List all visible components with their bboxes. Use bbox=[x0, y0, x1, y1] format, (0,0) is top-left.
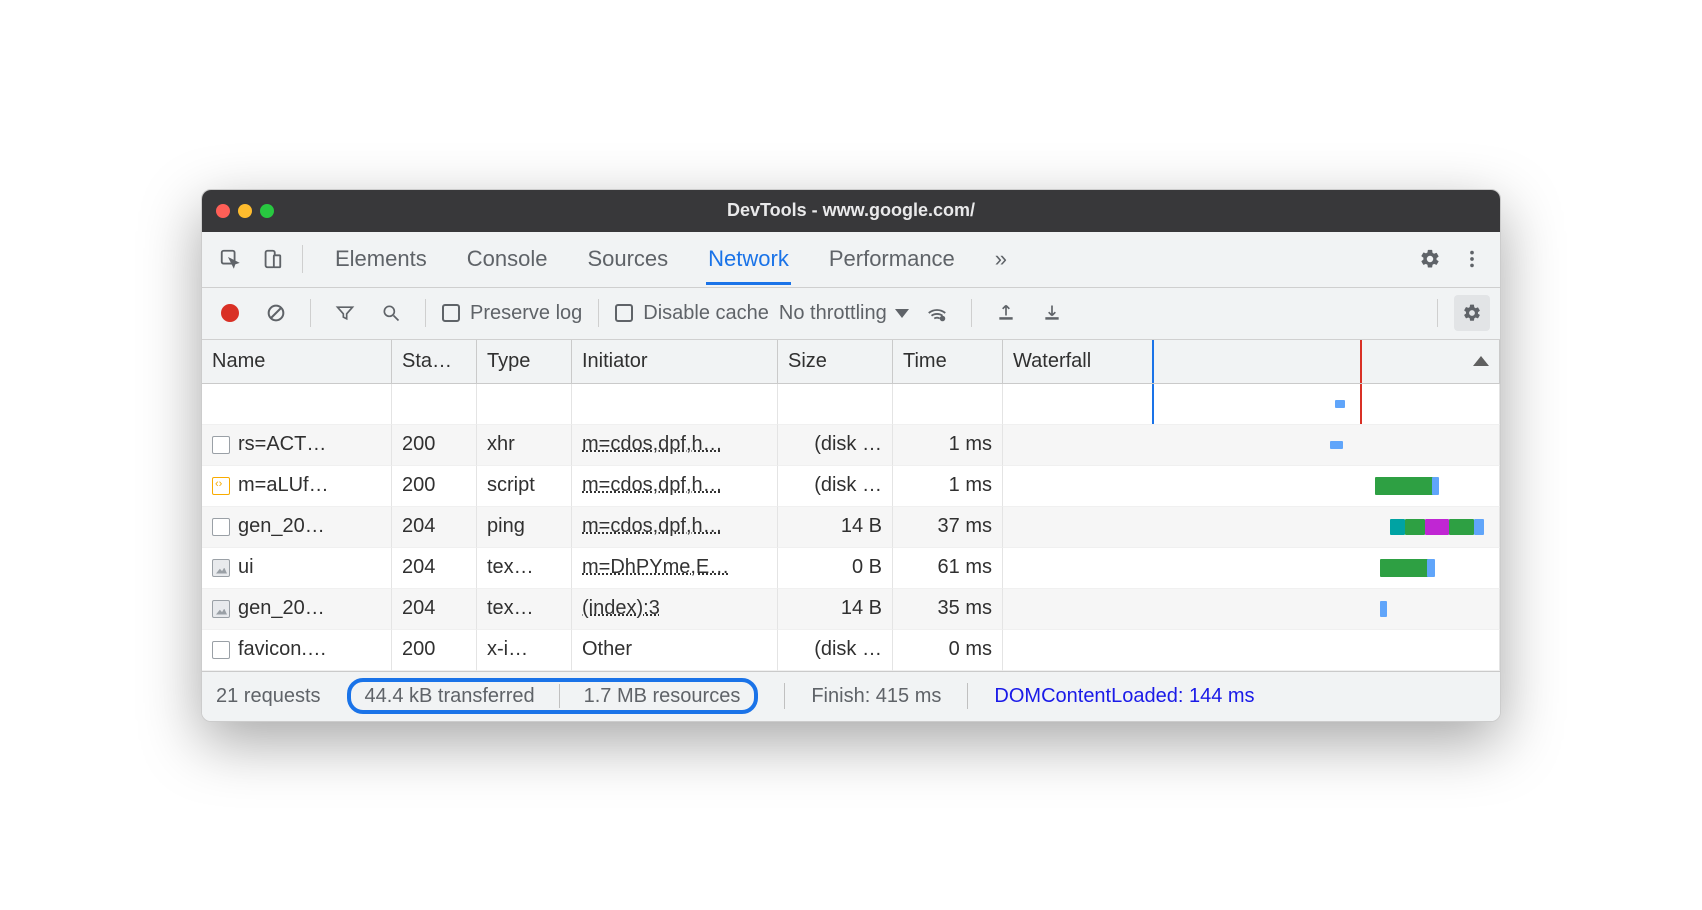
status-dcl: DOMContentLoaded: 144 ms bbox=[994, 685, 1254, 708]
maximize-icon[interactable] bbox=[260, 204, 274, 218]
status-requests: 21 requests bbox=[216, 685, 321, 708]
col-name[interactable]: Name bbox=[202, 340, 392, 384]
initiator-link[interactable]: m=cdos,dpf,h… bbox=[582, 433, 723, 455]
tab-console[interactable]: Console bbox=[465, 234, 550, 285]
status-bar: 21 requests 44.4 kB transferred 1.7 MB r… bbox=[202, 671, 1500, 721]
chevron-down-icon bbox=[895, 309, 909, 318]
initiator-link[interactable]: m=cdos,dpf,h… bbox=[582, 474, 723, 496]
initiator-link[interactable]: m=DhPYme,E… bbox=[582, 556, 729, 578]
disable-cache-checkbox[interactable]: Disable cache bbox=[615, 302, 769, 325]
col-size[interactable]: Size bbox=[778, 340, 893, 384]
divider bbox=[425, 299, 426, 327]
tab-elements[interactable]: Elements bbox=[333, 234, 429, 285]
tab-network[interactable]: Network bbox=[706, 234, 791, 285]
filter-icon[interactable] bbox=[327, 295, 363, 331]
throttling-select[interactable]: No throttling bbox=[779, 302, 909, 325]
settings-icon[interactable] bbox=[1412, 241, 1448, 277]
image-icon bbox=[212, 559, 230, 577]
throttling-label: No throttling bbox=[779, 302, 887, 325]
preserve-log-checkbox[interactable]: Preserve log bbox=[442, 302, 582, 325]
network-conditions-icon[interactable] bbox=[919, 295, 955, 331]
divider bbox=[598, 299, 599, 327]
script-icon bbox=[212, 477, 230, 495]
divider bbox=[971, 299, 972, 327]
divider bbox=[310, 299, 311, 327]
status-transferred: 44.4 kB transferred bbox=[365, 685, 535, 708]
import-har-icon[interactable] bbox=[988, 295, 1024, 331]
divider bbox=[302, 245, 303, 273]
tab-more[interactable]: » bbox=[993, 234, 1009, 285]
col-status[interactable]: Sta… bbox=[392, 340, 477, 384]
clear-icon[interactable] bbox=[258, 295, 294, 331]
inspect-element-icon[interactable] bbox=[212, 241, 248, 277]
col-initiator[interactable]: Initiator bbox=[572, 340, 778, 384]
col-type[interactable]: Type bbox=[477, 340, 572, 384]
search-icon[interactable] bbox=[373, 295, 409, 331]
preserve-log-label: Preserve log bbox=[470, 302, 582, 325]
export-har-icon[interactable] bbox=[1034, 295, 1070, 331]
minimize-icon[interactable] bbox=[238, 204, 252, 218]
document-icon bbox=[212, 436, 230, 454]
panel-tabbar: Elements Console Sources Network Perform… bbox=[202, 232, 1500, 288]
initiator-text: Other bbox=[582, 638, 632, 660]
close-icon[interactable] bbox=[216, 204, 230, 218]
initiator-link[interactable]: (index):3 bbox=[582, 597, 660, 619]
window-title: DevTools - www.google.com/ bbox=[202, 200, 1500, 221]
status-resources: 1.7 MB resources bbox=[584, 685, 741, 708]
tabs: Elements Console Sources Network Perform… bbox=[333, 234, 1009, 285]
document-icon bbox=[212, 518, 230, 536]
disable-cache-label: Disable cache bbox=[643, 302, 769, 325]
network-toolbar: Preserve log Disable cache No throttling bbox=[202, 288, 1500, 340]
divider bbox=[1437, 299, 1438, 327]
record-button[interactable] bbox=[212, 295, 248, 331]
col-time[interactable]: Time bbox=[893, 340, 1003, 384]
status-finish: Finish: 415 ms bbox=[811, 685, 941, 708]
tab-sources[interactable]: Sources bbox=[585, 234, 670, 285]
settings-gear-icon[interactable] bbox=[1454, 295, 1490, 331]
requests-table: Name Sta… Type Initiator Size Time Water… bbox=[202, 340, 1500, 671]
col-waterfall[interactable]: Waterfall bbox=[1003, 340, 1500, 384]
device-toggle-icon[interactable] bbox=[254, 241, 290, 277]
tab-performance[interactable]: Performance bbox=[827, 234, 957, 285]
image-icon bbox=[212, 600, 230, 618]
devtools-window: DevTools - www.google.com/ Elements Cons… bbox=[201, 189, 1501, 722]
status-highlight: 44.4 kB transferred 1.7 MB resources bbox=[347, 678, 759, 714]
kebab-menu-icon[interactable] bbox=[1454, 241, 1490, 277]
document-icon bbox=[212, 641, 230, 659]
initiator-link[interactable]: m=cdos,dpf,h… bbox=[582, 515, 723, 537]
window-controls bbox=[216, 204, 274, 218]
titlebar: DevTools - www.google.com/ bbox=[202, 190, 1500, 232]
